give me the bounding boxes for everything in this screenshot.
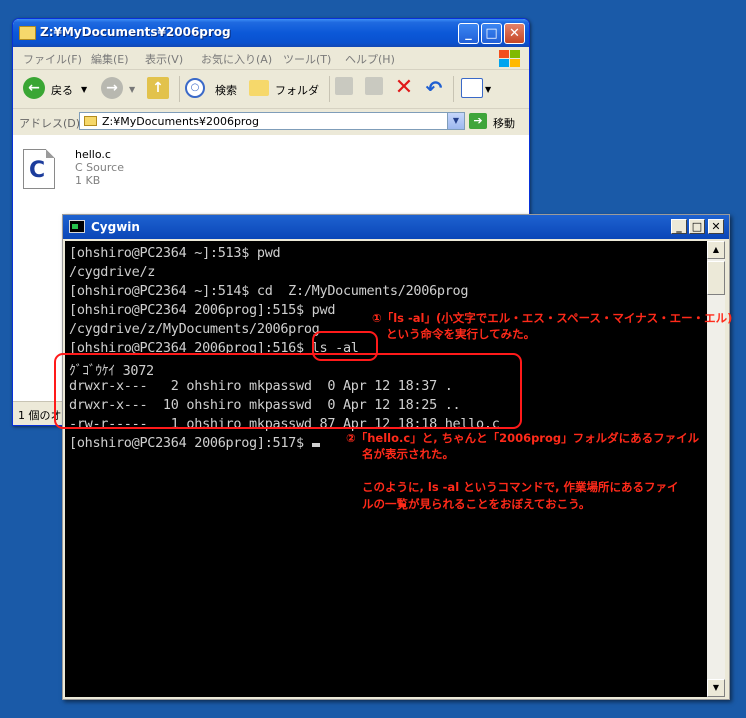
- address-value: Z:¥MyDocuments¥2006prog: [102, 115, 259, 128]
- back-dropdown-icon[interactable]: ▼: [81, 85, 87, 94]
- copy-to-icon: [365, 77, 383, 95]
- undo-button[interactable]: ↶: [423, 77, 445, 101]
- undo-icon: ↶: [425, 76, 443, 100]
- folders-button[interactable]: フォルダ: [249, 77, 325, 101]
- move-to-icon: [335, 77, 353, 95]
- annotation-note-1-line-2: という命令を実行してみた。: [386, 327, 536, 341]
- menu-favorites[interactable]: お気に入り(A): [201, 51, 272, 67]
- back-label: 戻る: [51, 84, 73, 97]
- go-arrow-icon[interactable]: ➔: [469, 113, 487, 129]
- annotation-note-2-line-1: ②「hello.c」と, ちゃんと「2006prog」フォルダにあるファイル: [346, 431, 700, 445]
- delete-x-icon: ✕: [394, 75, 414, 100]
- file-size: 1 KB: [75, 174, 101, 187]
- back-button[interactable]: ← 戻る ▼: [23, 77, 89, 101]
- highlight-file-listing: [54, 353, 522, 429]
- delete-button[interactable]: ✕: [393, 77, 415, 101]
- text-cursor: [311, 443, 320, 447]
- terminal-prompt: [ohshiro@PC2364 2006prog]:517$: [69, 435, 312, 451]
- cygwin-minimize-button[interactable]: _: [671, 219, 687, 234]
- maximize-button[interactable]: □: [481, 23, 502, 44]
- annotation-note-3-line-1: このように, ls -al というコマンドで, 作業場所にあるファイ: [362, 480, 679, 494]
- file-type: C Source: [75, 161, 124, 174]
- cygwin-terminal-icon: [69, 220, 85, 233]
- cygwin-maximize-button[interactable]: □: [689, 219, 705, 234]
- menu-edit[interactable]: 編集(E): [91, 51, 129, 67]
- annotation-note-2-line-2: 名が表示された。: [362, 447, 454, 461]
- forward-button[interactable]: → ▼: [101, 77, 141, 101]
- search-label: 検索: [215, 84, 237, 97]
- search-icon: ○: [185, 78, 205, 98]
- cygwin-close-button[interactable]: ✕: [708, 219, 724, 234]
- address-dropdown-icon[interactable]: ▼: [447, 113, 464, 129]
- terminal-line: /cygdrive/z/MyDocuments/2006prog: [69, 321, 320, 337]
- up-arrow-icon: ↑: [147, 77, 169, 99]
- terminal-output[interactable]: [ohshiro@PC2364 ~]:513$ pwd /cygdrive/z …: [65, 241, 707, 697]
- folder-icon: [19, 26, 36, 40]
- terminal-line: [ohshiro@PC2364 ~]:514$ cd Z:/MyDocument…: [69, 283, 469, 299]
- windows-logo-icon: [497, 48, 521, 68]
- folders-label: フォルダ: [275, 84, 319, 97]
- forward-dropdown-icon[interactable]: ▼: [129, 85, 135, 94]
- menu-file[interactable]: ファイル(F): [23, 51, 82, 67]
- explorer-title-bar[interactable]: Z:¥MyDocuments¥2006prog _ □ ✕: [13, 19, 529, 47]
- scroll-thumb[interactable]: [707, 261, 725, 295]
- menu-help[interactable]: ヘルプ(H): [345, 51, 395, 67]
- annotation-note-1-line-1: ①「ls -al」(小文字でエル・エス・スペース・マイナス・エー・エル): [372, 311, 733, 325]
- menu-view[interactable]: 表示(V): [145, 51, 183, 67]
- file-item-hello-c[interactable]: hello.c C Source 1 KB: [75, 148, 124, 187]
- up-folder-button[interactable]: ↑: [147, 77, 171, 101]
- terminal-prompt-line: [ohshiro@PC2364 2006prog]:517$: [69, 435, 320, 451]
- address-input[interactable]: Z:¥MyDocuments¥2006prog ▼: [79, 112, 465, 130]
- address-bar: アドレス(D) Z:¥MyDocuments¥2006prog ▼ ➔ 移動: [13, 109, 529, 136]
- address-label: アドレス(D): [19, 117, 81, 130]
- terminal-line: [ohshiro@PC2364 ~]:513$ pwd: [69, 245, 281, 261]
- views-grid-icon: [461, 78, 483, 98]
- menu-bar: ファイル(F) 編集(E) 表示(V) お気に入り(A) ツール(T) ヘルプ(…: [13, 47, 529, 70]
- terminal-line: [ohshiro@PC2364 2006prog]:515$ pwd: [69, 302, 336, 318]
- explorer-toolbar: ← 戻る ▼ → ▼ ↑ ○ 検索 フォルダ ✕ ↶ ▼: [13, 70, 529, 109]
- terminal-scrollbar[interactable]: ▲ ▼: [707, 241, 725, 697]
- folder-icon: [84, 116, 97, 126]
- folder-tree-icon: [249, 80, 269, 96]
- minimize-button[interactable]: _: [458, 23, 479, 44]
- forward-arrow-icon: →: [101, 77, 123, 99]
- move-to-button[interactable]: [335, 77, 357, 101]
- scroll-down-icon[interactable]: ▼: [707, 679, 725, 697]
- c-source-file-icon[interactable]: C: [23, 149, 55, 189]
- views-dropdown-icon[interactable]: ▼: [485, 85, 491, 94]
- views-button[interactable]: ▼: [461, 77, 495, 101]
- back-arrow-icon: ←: [23, 77, 45, 99]
- annotation-note-3-line-2: ルの一覧が見られることをおぼえておこう。: [362, 497, 591, 511]
- explorer-title: Z:¥MyDocuments¥2006prog: [40, 25, 231, 39]
- cygwin-title: Cygwin: [91, 220, 140, 234]
- go-button[interactable]: 移動: [493, 115, 515, 131]
- search-button[interactable]: ○ 検索: [185, 77, 251, 101]
- close-button[interactable]: ✕: [504, 23, 525, 44]
- terminal-line: /cygdrive/z: [69, 264, 156, 280]
- cygwin-title-bar[interactable]: Cygwin _ □ ✕: [63, 215, 729, 239]
- copy-to-button[interactable]: [365, 77, 387, 101]
- scroll-up-icon[interactable]: ▲: [707, 241, 725, 259]
- menu-tools[interactable]: ツール(T): [283, 51, 331, 67]
- file-name: hello.c: [75, 148, 111, 161]
